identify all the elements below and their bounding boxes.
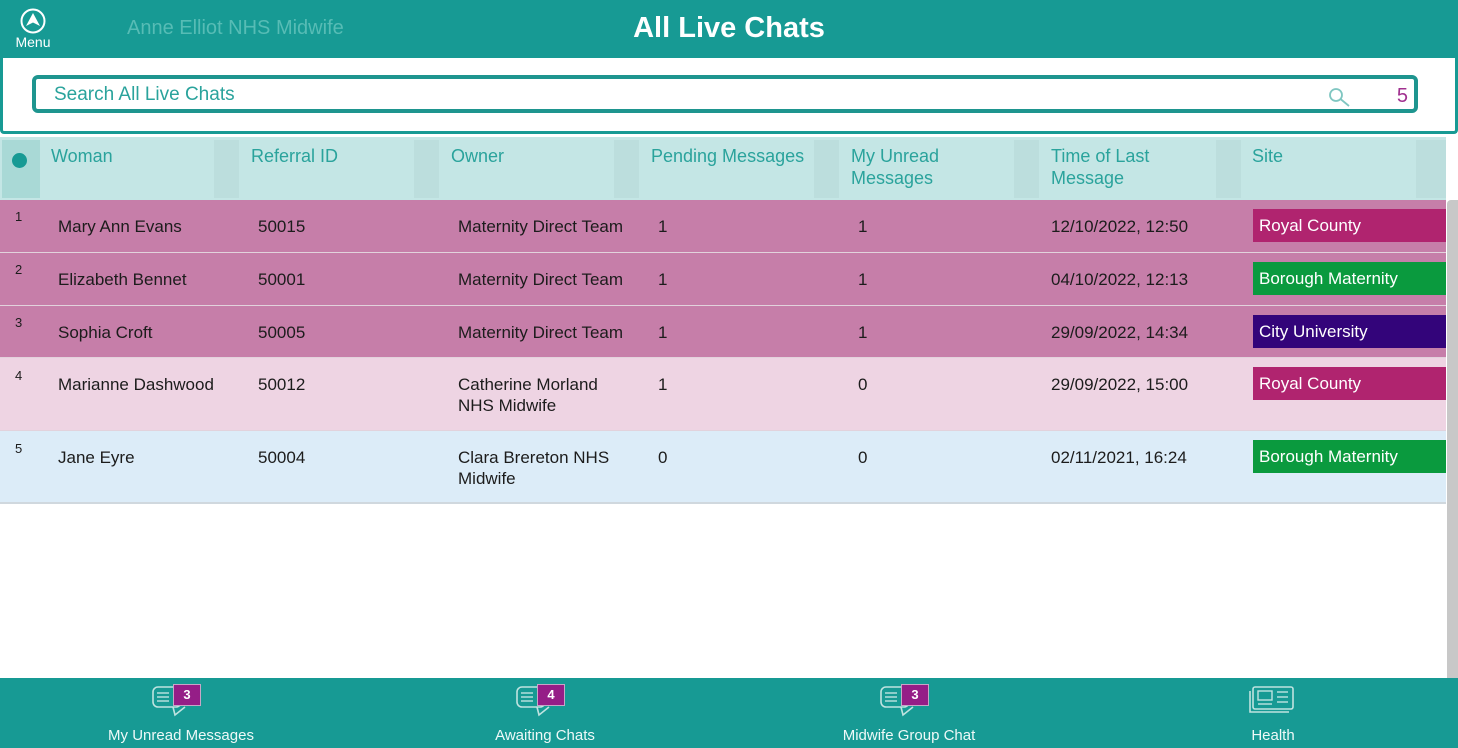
my-unread-messages: 1 xyxy=(858,270,868,289)
search-input[interactable] xyxy=(54,82,1314,108)
tab-awaiting-chats[interactable]: 4 Awaiting Chats xyxy=(415,678,675,748)
owner: Catherine Morland NHS Midwife xyxy=(458,374,598,416)
time-of-last-message: 04/10/2022, 12:13 xyxy=(1051,270,1189,289)
header-line: Time of Last xyxy=(1051,146,1150,166)
row-number: 4 xyxy=(15,368,23,383)
referral-id: 50012 xyxy=(258,375,306,394)
site-badge: Royal County xyxy=(1253,367,1446,400)
table-row[interactable]: 5 Jane Eyre 50004 Clara Brereton NHS Mid… xyxy=(0,431,1446,504)
row-number: 3 xyxy=(15,315,23,330)
newspaper-icon xyxy=(1243,681,1299,717)
owner-line: Catherine Morland xyxy=(458,375,598,394)
result-count: 5 xyxy=(1396,85,1408,107)
column-header-owner[interactable]: Owner xyxy=(451,137,504,200)
owner-line: Midwife xyxy=(458,469,516,488)
unread-count-badge: 3 xyxy=(173,684,201,706)
referral-id: 50004 xyxy=(258,448,306,467)
group-chat-count-badge: 3 xyxy=(901,684,929,706)
my-unread-messages: 1 xyxy=(858,217,868,236)
column-divider xyxy=(1416,140,1446,198)
owner: Clara Brereton NHS Midwife xyxy=(458,447,609,489)
chat-bubble-icon: 4 xyxy=(515,681,571,717)
row-number: 1 xyxy=(15,209,23,224)
row-number: 5 xyxy=(15,441,23,456)
woman-name: Jane Eyre xyxy=(58,448,135,467)
table-row[interactable]: 1 Mary Ann Evans 50015 Maternity Direct … xyxy=(0,200,1446,253)
status-dot-icon xyxy=(12,153,27,168)
tab-label: Awaiting Chats xyxy=(495,727,595,744)
column-divider xyxy=(414,140,439,198)
tab-midwife-group-chat[interactable]: 3 Midwife Group Chat xyxy=(779,678,1039,748)
column-divider xyxy=(814,140,839,198)
pending-messages: 0 xyxy=(658,448,668,467)
row-number: 2 xyxy=(15,262,23,277)
chat-bubble-icon: 3 xyxy=(151,681,207,717)
referral-id: 50001 xyxy=(258,270,306,289)
column-header-referral-id[interactable]: Referral ID xyxy=(251,137,338,200)
time-of-last-message: 12/10/2022, 12:50 xyxy=(1051,217,1189,236)
tab-label: My Unread Messages xyxy=(108,727,254,744)
woman-name: Sophia Croft xyxy=(58,323,153,342)
search-panel: 5 xyxy=(0,58,1458,134)
woman-name: Mary Ann Evans xyxy=(58,217,182,236)
chat-bubble-icon: 3 xyxy=(879,681,935,717)
site-badge: City University xyxy=(1253,315,1446,348)
owner-line: NHS Midwife xyxy=(458,396,557,415)
tab-label: Health xyxy=(1251,727,1295,744)
app-header: Menu Anne Elliot NHS Midwife All Live Ch… xyxy=(0,0,1458,58)
column-header-pending-messages[interactable]: Pending Messages xyxy=(651,137,804,200)
pending-messages: 1 xyxy=(658,323,668,342)
table-row[interactable]: 4 Marianne Dashwood 50012 Catherine Morl… xyxy=(0,358,1446,431)
header-line: My Unread xyxy=(851,146,940,166)
woman-name: Marianne Dashwood xyxy=(58,375,214,394)
tab-label: Midwife Group Chat xyxy=(842,727,976,744)
site-badge: Borough Maternity xyxy=(1253,262,1446,295)
pending-messages: 1 xyxy=(658,217,668,236)
my-unread-messages: 0 xyxy=(858,375,868,394)
column-divider xyxy=(614,140,639,198)
woman-name: Elizabeth Bennet xyxy=(58,270,187,289)
table-header: Woman Referral ID Owner Pending Messages… xyxy=(0,137,1446,200)
pending-messages: 1 xyxy=(658,270,668,289)
referral-id: 50005 xyxy=(258,323,306,342)
search-icon[interactable] xyxy=(1328,87,1352,109)
site-badge: Royal County xyxy=(1253,209,1446,242)
column-header-woman[interactable]: Woman xyxy=(51,137,113,200)
table-row[interactable]: 3 Sophia Croft 50005 Maternity Direct Te… xyxy=(0,306,1446,358)
site-badge: Borough Maternity xyxy=(1253,440,1446,473)
column-divider xyxy=(214,140,239,198)
time-of-last-message: 02/11/2021, 16:24 xyxy=(1051,448,1187,467)
column-header-site[interactable]: Site xyxy=(1252,137,1283,200)
column-header-my-unread-messages[interactable]: My Unread Messages xyxy=(851,137,939,200)
owner: Maternity Direct Team xyxy=(458,270,624,289)
tab-my-unread-messages[interactable]: 3 My Unread Messages xyxy=(51,678,311,748)
owner-line: Clara Brereton NHS xyxy=(458,448,610,467)
column-divider xyxy=(1216,140,1241,198)
tab-health[interactable]: Health xyxy=(1143,678,1403,748)
owner: Maternity Direct Team xyxy=(458,217,624,236)
header-line: Message xyxy=(1051,168,1125,188)
time-of-last-message: 29/09/2022, 14:34 xyxy=(1051,323,1189,342)
search-box: 5 xyxy=(32,75,1418,113)
status-column-header[interactable] xyxy=(2,140,40,198)
table-scrollbar[interactable] xyxy=(1447,200,1458,678)
header-line: Messages xyxy=(851,168,934,188)
pending-messages: 1 xyxy=(658,375,668,394)
column-divider xyxy=(1014,140,1039,198)
my-unread-messages: 1 xyxy=(858,323,868,342)
bottom-tab-bar: 3 My Unread Messages 4 Awaiting Chats 3 … xyxy=(0,678,1458,748)
page-title: All Live Chats xyxy=(633,12,825,44)
my-unread-messages: 0 xyxy=(858,448,868,467)
time-of-last-message: 29/09/2022, 15:00 xyxy=(1051,375,1189,394)
awaiting-count-badge: 4 xyxy=(537,684,565,706)
table-row[interactable]: 2 Elizabeth Bennet 50001 Maternity Direc… xyxy=(0,253,1446,306)
column-header-time-of-last-message[interactable]: Time of Last Message xyxy=(1051,137,1149,200)
referral-id: 50015 xyxy=(258,217,306,236)
owner: Maternity Direct Team xyxy=(458,323,624,342)
